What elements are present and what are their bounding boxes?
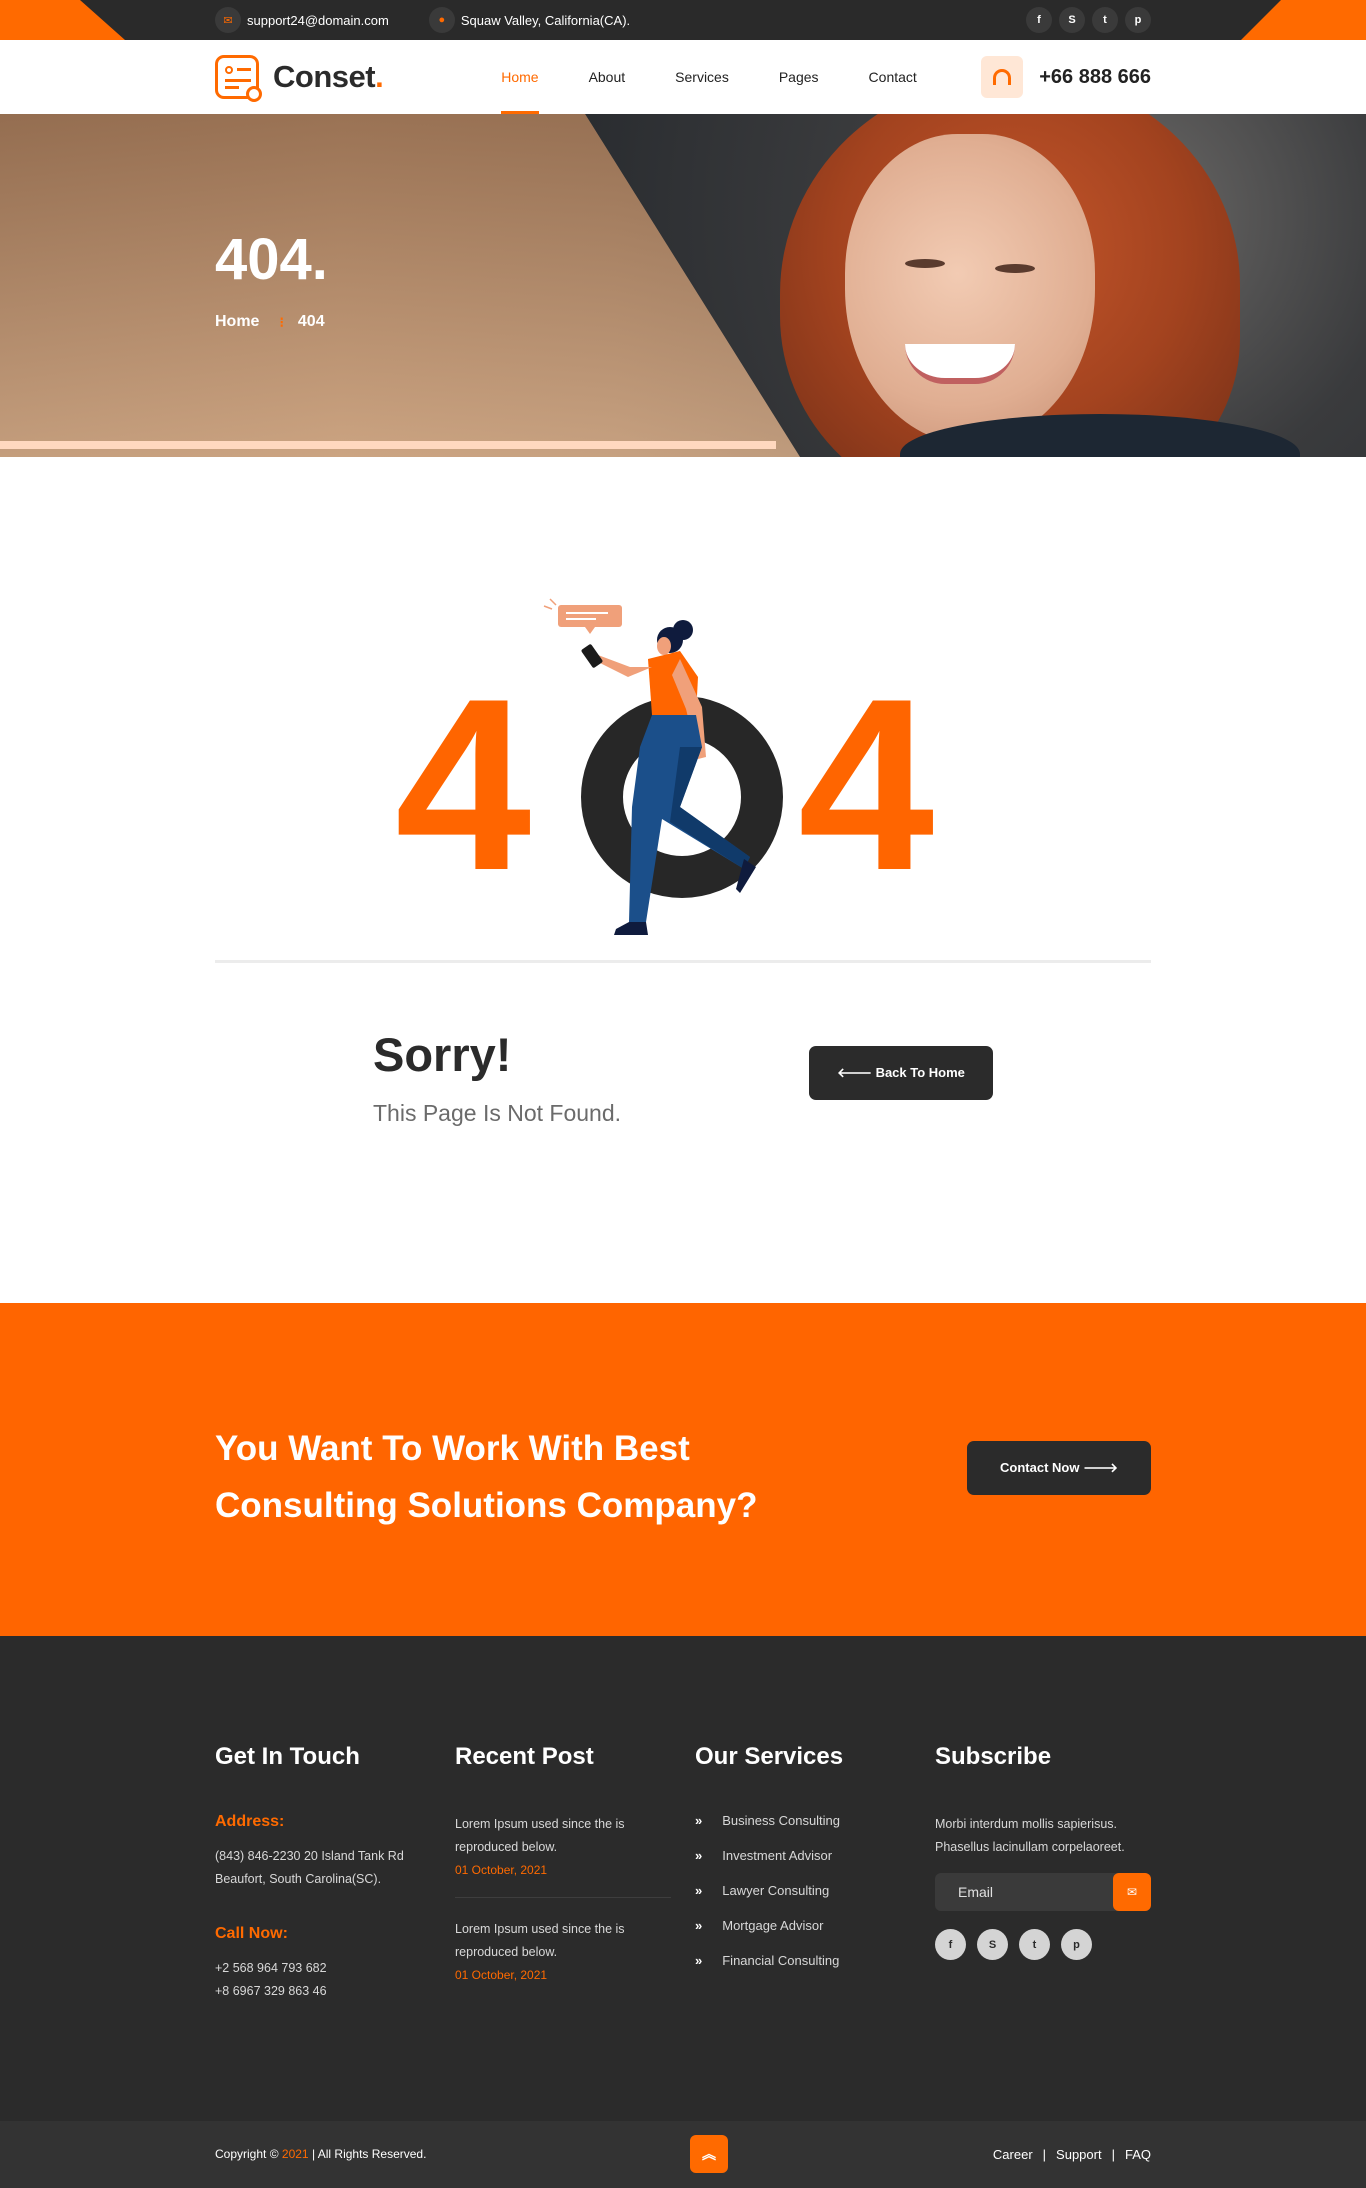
footer-recent-posts: Recent Post Lorem Ipsum used since the i…	[455, 1743, 671, 1982]
page-title: 404.	[215, 227, 328, 292]
breadcrumb-current: 404	[297, 313, 325, 330]
recent-post[interactable]: Lorem Ipsum used since the is reproduced…	[455, 1813, 671, 1877]
footer-social: f S t p	[935, 1929, 1151, 1960]
subscribe-text: Morbi interdum mollis sapierisus. Phasel…	[935, 1817, 1125, 1854]
double-chevron-icon: »	[695, 1953, 703, 1968]
footer-link-support[interactable]: Support	[1056, 2147, 1102, 2162]
email-icon: ✉	[215, 7, 241, 33]
address-line-2: Beaufort, South Carolina(SC).	[215, 1872, 382, 1886]
skype-icon[interactable]: S	[977, 1929, 1008, 1960]
recent-post[interactable]: Lorem Ipsum used since the is reproduced…	[455, 1897, 671, 1982]
footer-recent-title: Recent Post	[455, 1743, 594, 1770]
top-bar-email-text: support24@domain.com	[247, 12, 389, 28]
top-bar-social: f S t p	[1026, 7, 1151, 33]
footer-link-faq[interactable]: FAQ	[1125, 2147, 1151, 2162]
header-phone: +66 888 666	[1039, 65, 1151, 88]
breadcrumb-separator: ⁝	[279, 313, 284, 330]
header-call[interactable]: +66 888 666	[981, 56, 1151, 98]
recent-post-date: 01 October, 2021	[455, 1863, 548, 1877]
twitter-icon[interactable]: t	[1092, 7, 1118, 33]
recent-post-text: Lorem Ipsum used since the is reproduced…	[455, 1817, 625, 1854]
double-chevron-up-icon: ︽	[702, 2146, 716, 2162]
breadcrumb-home[interactable]: Home	[215, 313, 259, 331]
service-link[interactable]: » Investment Advisor	[695, 1848, 843, 1863]
address-label: Address:	[215, 1813, 285, 1830]
double-chevron-icon: »	[695, 1918, 703, 1933]
twitter-icon[interactable]: t	[1019, 1929, 1050, 1960]
phone-1[interactable]: +2 568 964 793 682	[215, 1957, 404, 1980]
map-pin-icon: ●	[428, 7, 455, 33]
headphones-icon	[981, 56, 1024, 98]
call-label: Call Now:	[215, 1925, 288, 1942]
scroll-to-top-button[interactable]: ︽	[690, 2135, 728, 2173]
service-link[interactable]: » Business Consulting	[695, 1813, 843, 1828]
service-link[interactable]: » Mortgage Advisor	[695, 1918, 843, 1933]
nav-services[interactable]: Services	[675, 40, 729, 114]
pinterest-icon[interactable]: p	[1125, 7, 1151, 33]
service-link[interactable]: » Lawyer Consulting	[695, 1883, 843, 1898]
nav-about[interactable]: About	[589, 40, 626, 114]
recent-post-text: Lorem Ipsum used since the is reproduced…	[455, 1922, 625, 1959]
404-illustration: 4 4	[395, 598, 934, 935]
nav-pages[interactable]: Pages	[779, 40, 819, 114]
service-link[interactable]: » Financial Consulting	[695, 1953, 843, 1968]
contact-now-button[interactable]: Contact Now 🡒	[967, 1441, 1151, 1495]
nav-home[interactable]: Home	[501, 40, 539, 114]
error-section: 4 4 Sorry! This Page Is Not Found. 🡐 Bac…	[0, 457, 1366, 1303]
page-hero: 404. Home ⁝ 404	[0, 114, 1366, 457]
facebook-icon[interactable]: f	[1026, 7, 1052, 33]
footer-services: Our Services » Business Consulting » Inves…	[695, 1743, 843, 1988]
digit-four-left: 4	[395, 647, 531, 921]
cta-heading: You Want To Work With Best Consulting So…	[215, 1429, 758, 1525]
top-bar-accent-right	[1241, 0, 1366, 40]
logo-mark-icon	[215, 55, 262, 102]
main-nav: Home About Services Pages Contact	[501, 40, 967, 114]
top-bar-address: ● Squaw Valley, California(CA).	[428, 7, 631, 33]
cta-section: You Want To Work With Best Consulting So…	[0, 1303, 1366, 1636]
skype-icon[interactable]: S	[1059, 7, 1085, 33]
error-subheading: This Page Is Not Found.	[373, 1100, 622, 1126]
double-chevron-icon: »	[695, 1848, 703, 1863]
site-footer: Get In Touch Address: (843) 846-2230 20 …	[0, 1636, 1366, 2121]
address-line-1: (843) 846-2230 20 Island Tank Rd	[215, 1849, 404, 1863]
logo[interactable]: Conset.	[215, 55, 384, 102]
subscribe-email-field[interactable]: Email ✉	[935, 1873, 1151, 1911]
copyright: Copyright © 2021 | All Rights Reserved.	[215, 2147, 427, 2161]
footer-contact-title: Get In Touch	[215, 1743, 360, 1770]
divider	[215, 960, 1151, 963]
digit-four-right: 4	[798, 647, 934, 921]
facebook-icon[interactable]: f	[935, 1929, 966, 1960]
breadcrumb: Home ⁝ 404	[215, 313, 325, 331]
pinterest-icon[interactable]: p	[1061, 1929, 1092, 1960]
double-chevron-icon: »	[695, 1813, 703, 1828]
footer-link-career[interactable]: Career	[993, 2147, 1033, 2162]
error-heading: Sorry!	[373, 1028, 512, 1081]
top-bar: ✉ support24@domain.com ● Squaw Valley, C…	[0, 0, 1366, 40]
site-header: Conset. Home About Services Pages Contac…	[0, 40, 1366, 114]
double-chevron-icon: »	[695, 1883, 703, 1898]
top-bar-accent-left	[0, 0, 125, 40]
footer-links: Career | Support | FAQ	[992, 2147, 1151, 2162]
logo-text: Conset.	[273, 59, 384, 94]
footer-subscribe: Subscribe Morbi interdum mollis sapieris…	[935, 1743, 1151, 1960]
email-placeholder: Email	[958, 1884, 994, 1900]
back-to-home-button[interactable]: 🡐 Back To Home	[809, 1046, 993, 1100]
top-bar-address-text: Squaw Valley, California(CA).	[460, 12, 631, 28]
nav-contact[interactable]: Contact	[869, 40, 917, 114]
footer-bottom-bar: Copyright © 2021 | All Rights Reserved. …	[0, 2121, 1366, 2188]
footer-services-title: Our Services	[695, 1743, 844, 1770]
top-bar-email[interactable]: ✉ support24@domain.com	[215, 7, 389, 33]
footer-subscribe-title: Subscribe	[935, 1743, 1052, 1770]
footer-contact: Get In Touch Address: (843) 846-2230 20 …	[215, 1743, 404, 2003]
phone-2[interactable]: +8 6967 329 863 46	[215, 1980, 404, 2003]
recent-post-date: 01 October, 2021	[455, 1968, 548, 1982]
send-mail-icon[interactable]: ✉	[1113, 1873, 1151, 1911]
